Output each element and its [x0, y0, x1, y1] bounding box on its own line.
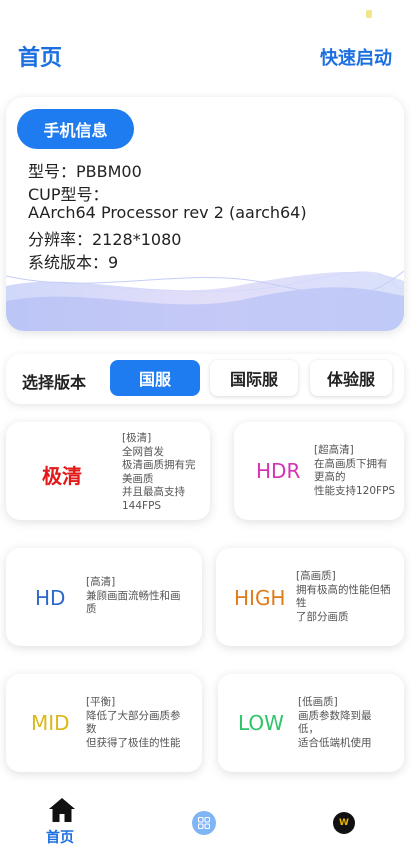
- mode-card-extreme[interactable]: 极清 [极清] 全网首发 极清画质拥有完 美画质 并且最高支持 144FPS: [6, 422, 210, 520]
- mode-name-mid: MID: [31, 711, 70, 735]
- nav-home-label[interactable]: 首页: [46, 827, 74, 847]
- device-info-card: 手机信息 型号：PBBM00 CUP型号： AArch64 Processor …: [6, 97, 404, 331]
- version-option-cn[interactable]: 国服: [110, 360, 200, 396]
- mode-desc-line: 极清画质拥有完: [122, 459, 196, 471]
- mode-desc-mid: [平衡] 降低了大部分画质参数但获得了极佳的性能: [86, 696, 198, 750]
- version-option-global[interactable]: 国际服: [210, 360, 298, 396]
- status-indicator: [366, 10, 372, 18]
- version-option-beta[interactable]: 体验服: [310, 360, 392, 396]
- home-icon[interactable]: [48, 797, 76, 823]
- device-info-badge[interactable]: 手机信息: [17, 109, 134, 149]
- mode-name-high: HIGH: [234, 586, 286, 610]
- cpu-label: CUP型号：: [28, 185, 109, 204]
- mode-desc-line: [低画质]: [298, 696, 338, 708]
- mode-desc-line: 降低了大部分画质参: [86, 709, 181, 722]
- mode-desc-line: 画质参数降到最: [298, 709, 372, 722]
- version-selector: 选择版本 国服 国际服 体验服: [6, 354, 404, 404]
- mode-desc-line: 性能支持120FPS: [314, 484, 396, 497]
- mode-desc-line: 拥有极高的性能但牺: [296, 583, 391, 596]
- mode-card-low[interactable]: LOW [低画质] 画质参数降到最 低， 适合低端机使用: [218, 674, 404, 772]
- mode-card-hdr[interactable]: HDR [超高清] 在高画质下拥有 更高的 性能支持120FPS: [234, 422, 404, 520]
- mode-desc-line: [高清]: [86, 576, 116, 588]
- mode-desc-line: 美画质: [122, 472, 154, 485]
- page-title: 首页: [18, 46, 63, 71]
- mode-desc-line: 数: [86, 723, 97, 735]
- mode-desc-line: 低，: [298, 723, 319, 735]
- cpu-value: AArch64 Processor rev 2 (aarch64): [28, 203, 307, 222]
- mode-desc-hdr: [超高清] 在高画质下拥有 更高的 性能支持120FPS: [314, 444, 404, 498]
- profile-badge-icon[interactable]: W: [333, 812, 355, 834]
- mode-desc-line: [高画质]: [296, 570, 336, 582]
- mode-desc-line: 了部分画质: [296, 610, 349, 623]
- mode-card-high[interactable]: HIGH [高画质] 拥有极高的性能但牺牲了部分画质: [216, 548, 404, 646]
- version-selector-label: 选择版本: [22, 373, 87, 392]
- quick-start-button[interactable]: 快速启动: [320, 44, 392, 70]
- wave-decoration: [6, 270, 404, 331]
- mode-desc-line: 但获得了极佳的性能: [86, 736, 181, 749]
- mode-desc-line: 144FPS: [122, 499, 162, 512]
- mode-desc-line: 兼顾画面流畅性和画: [86, 589, 181, 602]
- mode-desc-line: [极清]: [122, 432, 152, 444]
- mode-desc-line: [平衡]: [86, 696, 116, 708]
- mode-card-mid[interactable]: MID [平衡] 降低了大部分画质参数但获得了极佳的性能: [6, 674, 202, 772]
- device-model: 型号：PBBM00: [28, 162, 142, 181]
- mode-desc-low: [低画质] 画质参数降到最 低， 适合低端机使用: [298, 696, 404, 750]
- mode-desc-hd: [高清] 兼顾画面流畅性和画质: [86, 576, 198, 617]
- mode-desc-line: 全网首发: [122, 445, 164, 458]
- grid-icon[interactable]: [192, 811, 216, 835]
- mode-desc-line: 并且最高支持: [122, 486, 185, 498]
- resolution: 分辨率：2128*1080: [28, 230, 182, 249]
- mode-name-low: LOW: [238, 711, 284, 735]
- mode-desc-line: 更高的: [314, 471, 346, 483]
- mode-desc-line: 牲: [296, 597, 307, 609]
- mode-desc-line: 适合低端机使用: [298, 736, 372, 749]
- mode-name-extreme: 极清: [42, 464, 82, 488]
- mode-desc-high: [高画质] 拥有极高的性能但牺牲了部分画质: [296, 570, 404, 624]
- mode-desc-line: 在高画质下拥有: [314, 457, 388, 470]
- mode-desc-extreme: [极清] 全网首发 极清画质拥有完 美画质 并且最高支持 144FPS: [122, 432, 212, 513]
- mode-card-hd[interactable]: HD [高清] 兼顾画面流畅性和画质: [6, 548, 202, 646]
- mode-name-hdr: HDR: [256, 459, 301, 483]
- mode-name-hd: HD: [35, 586, 66, 610]
- mode-desc-line: [超高清]: [314, 444, 354, 456]
- mode-desc-line: 质: [86, 603, 97, 615]
